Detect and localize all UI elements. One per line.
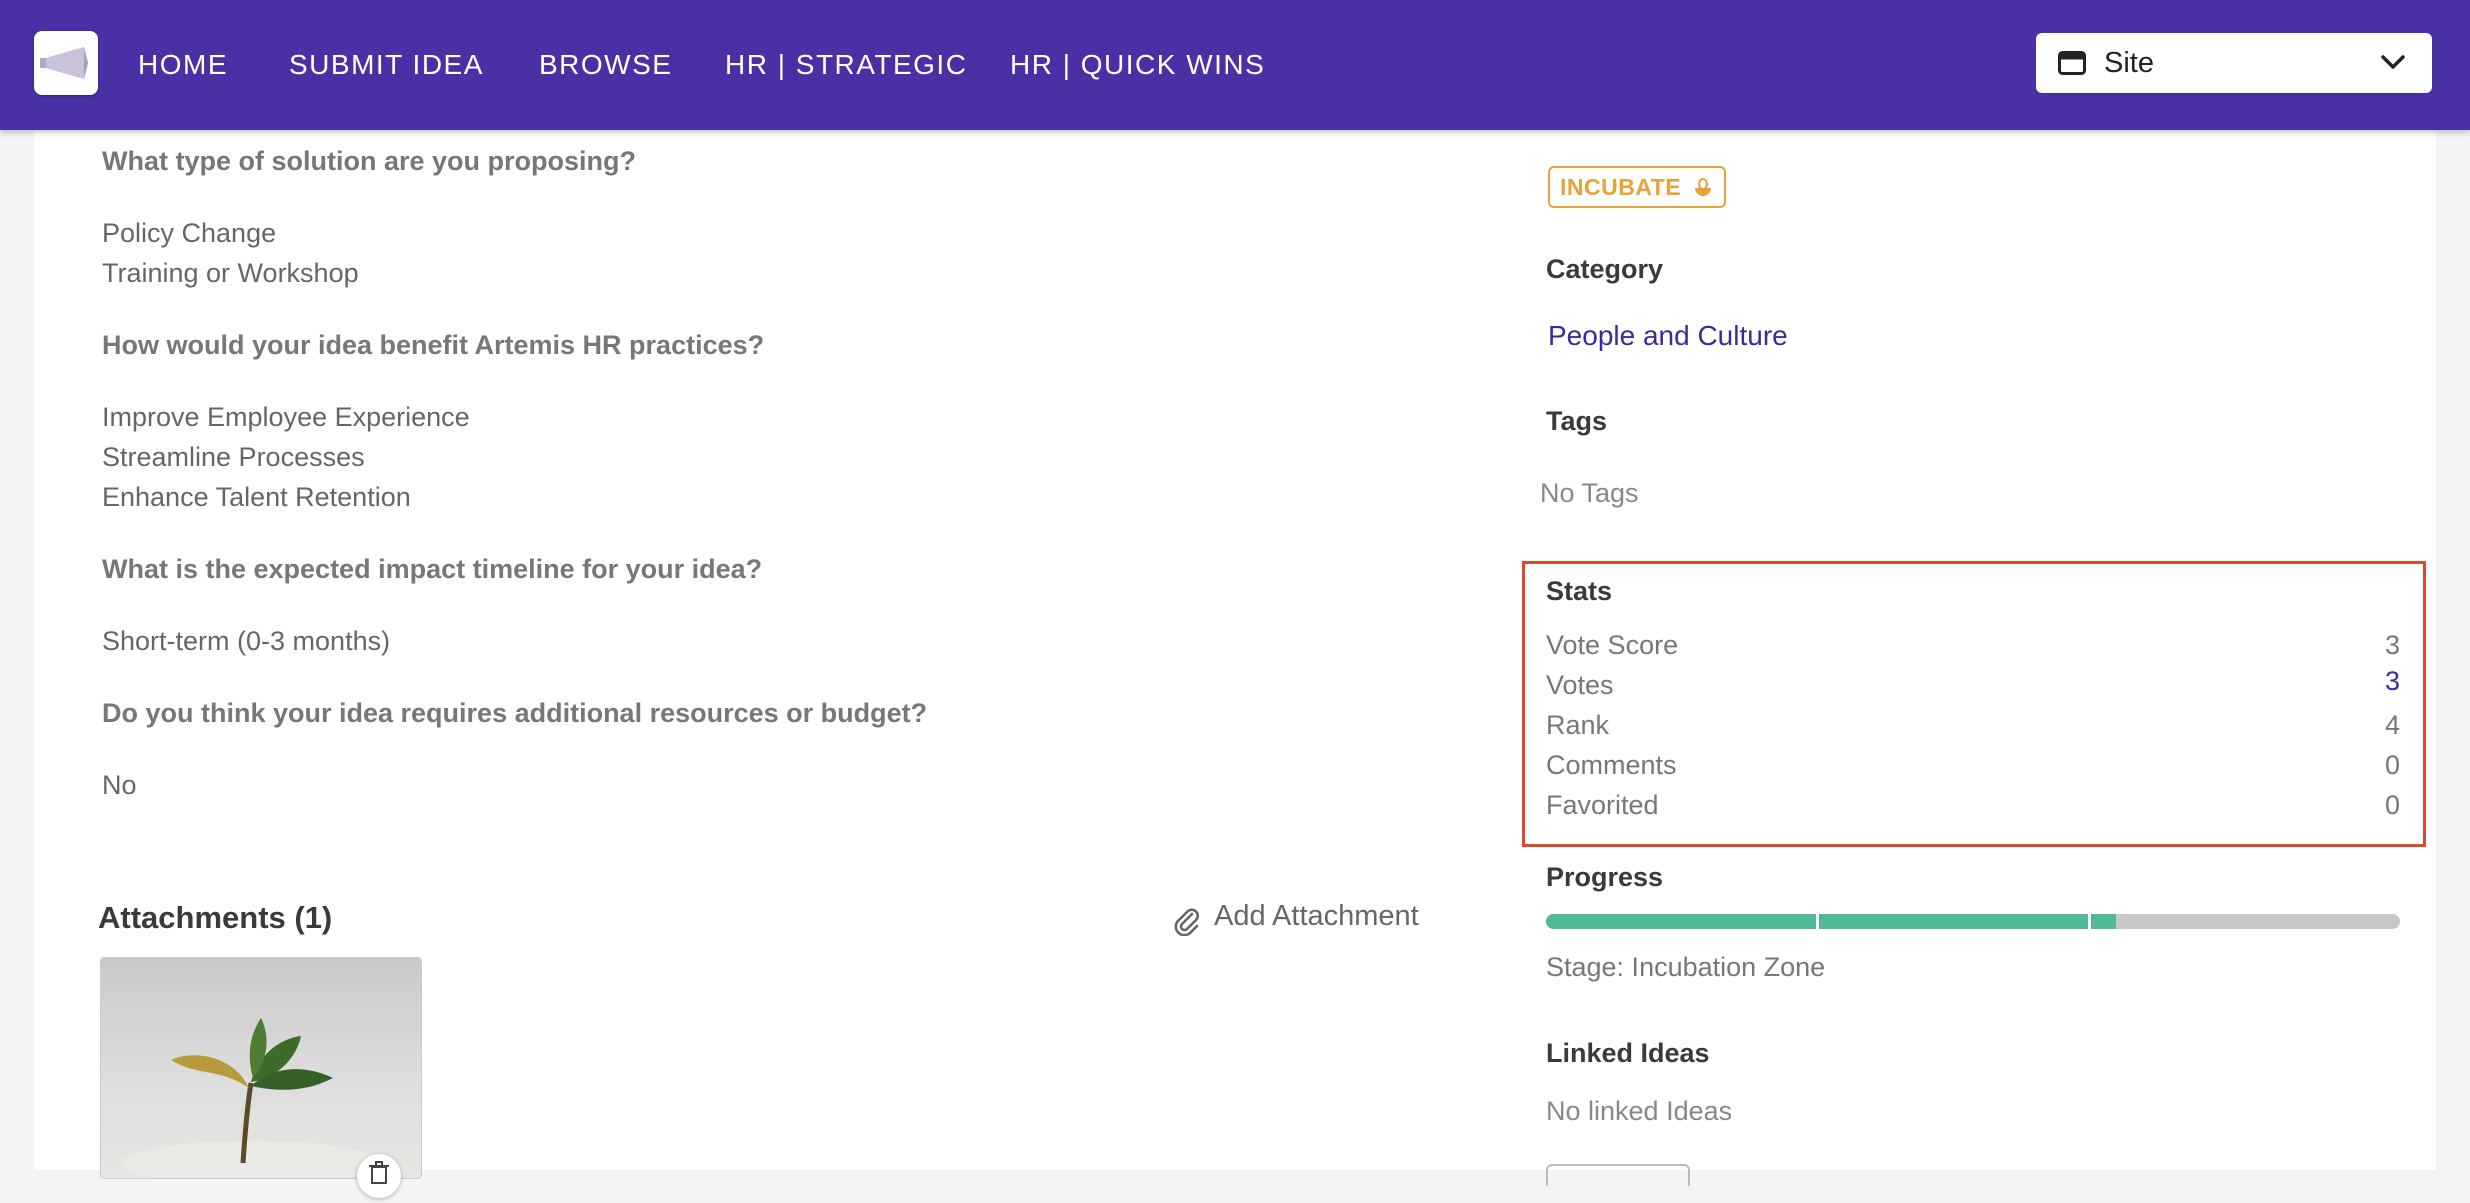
stat-value: 3 bbox=[2384, 630, 2400, 660]
nav-browse[interactable]: BROWSE bbox=[539, 42, 672, 88]
tags-heading: Tags bbox=[1546, 406, 1608, 436]
stat-label: Favorited bbox=[1546, 790, 1659, 820]
delete-attachment-button[interactable] bbox=[357, 1154, 401, 1198]
stat-label: Comments bbox=[1546, 750, 1677, 780]
progress-bar-fill bbox=[1546, 914, 2116, 929]
stat-row-rank: Rank 4 bbox=[1546, 710, 2400, 748]
stat-row-votes: Votes 3 bbox=[1546, 666, 2400, 708]
attachments-heading: Attachments (1) bbox=[98, 900, 333, 935]
progress-segment-divider bbox=[2088, 914, 2091, 929]
stat-value: 4 bbox=[2384, 710, 2400, 740]
stat-value: 0 bbox=[2384, 790, 2400, 820]
question-solution-type: What type of solution are you proposing? bbox=[102, 146, 636, 176]
status-badge: INCUBATE bbox=[1548, 166, 1727, 208]
stat-row-favorited: Favorited 0 bbox=[1546, 790, 2400, 828]
chevron-down-icon bbox=[2381, 55, 2405, 69]
app-logo[interactable] bbox=[34, 31, 98, 95]
megaphone-icon bbox=[40, 47, 88, 79]
stat-label: Votes bbox=[1546, 670, 1614, 700]
answer-item: Policy Change bbox=[102, 218, 277, 248]
stat-label: Vote Score bbox=[1546, 630, 1679, 660]
votes-count-link[interactable]: 3 bbox=[2385, 666, 2400, 697]
nav-home[interactable]: HOME bbox=[138, 42, 228, 88]
progress-segment-divider bbox=[1816, 914, 1819, 929]
stat-label: Rank bbox=[1546, 710, 1610, 740]
stats-heading: Stats bbox=[1546, 576, 1613, 606]
incubator-icon bbox=[1695, 178, 1712, 196]
idea-detail-card: What type of solution are you proposing?… bbox=[34, 130, 2436, 1198]
site-select-dropdown[interactable]: Site bbox=[2036, 33, 2432, 93]
answer-item: Short-term (0-3 months) bbox=[102, 626, 391, 656]
seedling-image bbox=[121, 1018, 381, 1178]
question-impact-timeline: What is the expected impact timeline for… bbox=[102, 554, 763, 584]
progress-heading: Progress bbox=[1546, 862, 1664, 892]
category-link[interactable]: People and Culture bbox=[1548, 320, 1788, 352]
answer-item: Enhance Talent Retention bbox=[102, 482, 411, 512]
nav-submit-idea[interactable]: SUBMIT IDEA bbox=[289, 42, 484, 88]
no-tags-text: No Tags bbox=[1540, 478, 1639, 508]
stat-row-vote-score: Vote Score 3 bbox=[1546, 630, 2400, 668]
stat-value: 0 bbox=[2384, 750, 2400, 780]
nav-hr-quick-wins[interactable]: HR | QUICK WINS bbox=[1010, 42, 1265, 88]
linked-ideas-heading: Linked Ideas bbox=[1546, 1038, 1710, 1068]
add-attachment-label: Add Attachment bbox=[1214, 900, 1419, 932]
progress-bar bbox=[1546, 914, 2400, 929]
no-linked-ideas-text: No linked Ideas bbox=[1546, 1096, 1733, 1126]
top-navigation-bar: HOME SUBMIT IDEA BROWSE HR | STRATEGIC H… bbox=[0, 0, 2470, 130]
answer-item: Streamline Processes bbox=[102, 442, 365, 472]
attachment-thumbnail[interactable] bbox=[100, 957, 422, 1179]
nav-hr-strategic[interactable]: HR | STRATEGIC bbox=[725, 42, 967, 88]
link-idea-button[interactable] bbox=[1546, 1164, 1690, 1186]
question-hr-benefit: How would your idea benefit Artemis HR p… bbox=[102, 330, 765, 360]
site-select-label: Site bbox=[2104, 47, 2154, 79]
progress-stage-text: Stage: Incubation Zone bbox=[1546, 952, 1826, 982]
stat-row-comments: Comments 0 bbox=[1546, 750, 2400, 788]
trash-icon bbox=[369, 1161, 389, 1184]
paperclip-icon bbox=[1174, 908, 1199, 936]
answer-item: Improve Employee Experience bbox=[102, 402, 470, 432]
question-resources-budget: Do you think your idea requires addition… bbox=[102, 698, 928, 728]
category-heading: Category bbox=[1546, 254, 1664, 284]
window-icon bbox=[2058, 51, 2086, 75]
status-badge-label: INCUBATE bbox=[1560, 174, 1682, 200]
answer-item: No bbox=[102, 770, 137, 800]
add-attachment-button[interactable]: Add Attachment bbox=[1174, 900, 1419, 936]
answer-item: Training or Workshop bbox=[102, 258, 359, 288]
